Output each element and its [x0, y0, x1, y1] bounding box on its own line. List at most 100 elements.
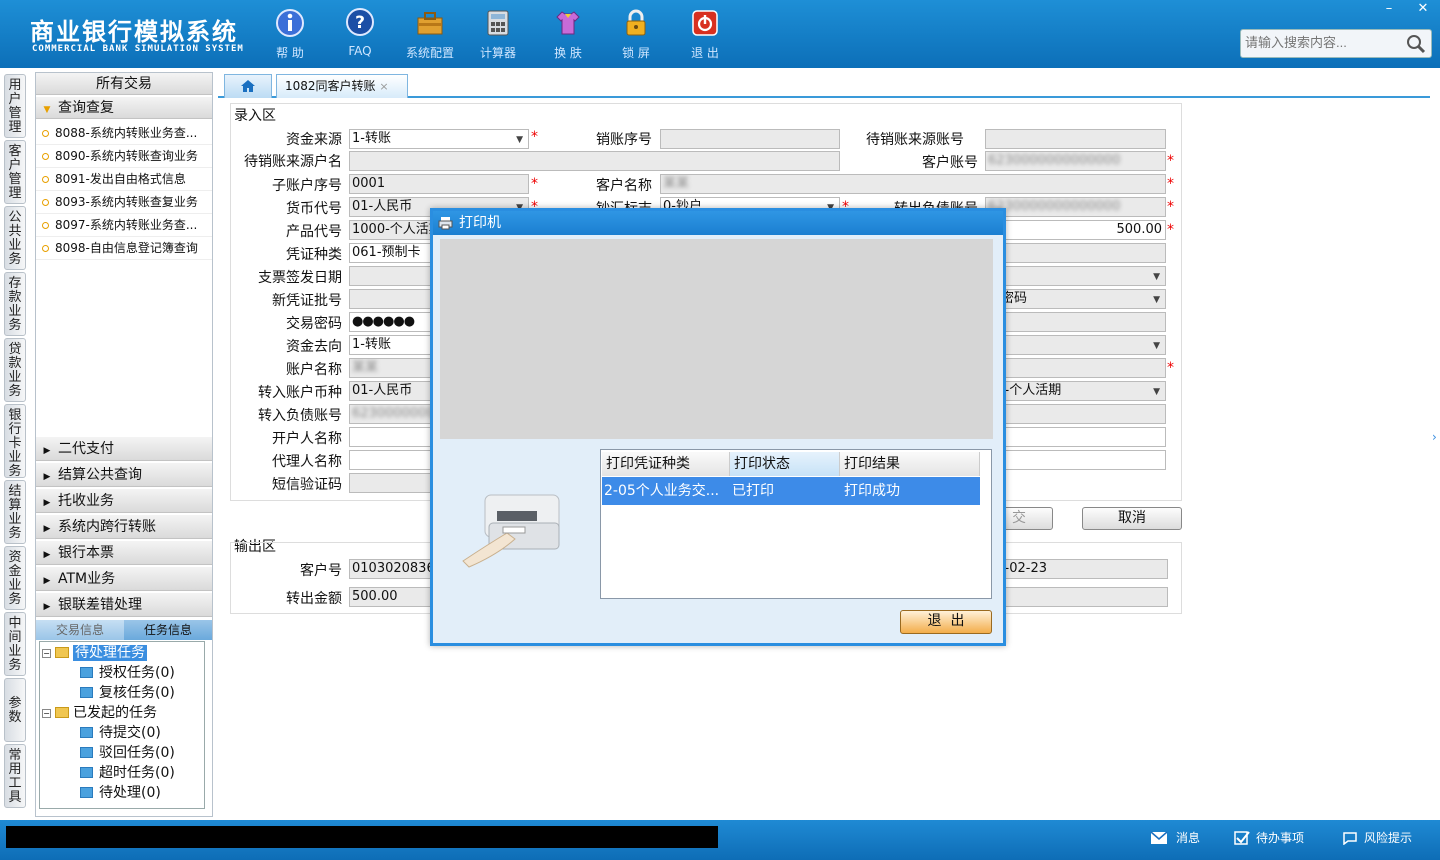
settings-label: 系统配置 [405, 46, 454, 60]
card-select[interactable]: 卡▼ [985, 335, 1166, 355]
collapsed-arrow-icon: ▶ [43, 498, 51, 508]
nav-group[interactable]: ▶ 系统内跨行转账 [36, 515, 212, 539]
label-new-voucher-batch: 新凭证批号 [272, 293, 342, 309]
help-button[interactable]: 帮 助 [262, 8, 318, 61]
faq-button[interactable]: ? FAQ [332, 8, 388, 58]
nav-item[interactable]: 8088-系统内转账业务查... [36, 122, 212, 145]
collapsed-arrow-icon: ▶ [43, 524, 51, 534]
table-row[interactable]: 2-05个人业务交... 已打印 打印成功 [602, 477, 980, 505]
cell-print-result: 打印成功 [844, 483, 900, 499]
messages-button[interactable]: 消息 [1150, 829, 1200, 846]
search-icon[interactable] [1406, 34, 1426, 54]
nav-item[interactable]: 8090-系统内转账查询业务 [36, 145, 212, 168]
right-field-5[interactable] [985, 427, 1166, 447]
module-tab-funds[interactable]: 资金业务 [4, 546, 26, 610]
module-tab-deposit[interactable]: 存款业务 [4, 272, 26, 336]
collapse-icon[interactable]: − [42, 649, 51, 658]
dialog-title: 打印机 [459, 215, 501, 231]
tree-node-timeout[interactable]: 超时任务(0) [80, 764, 175, 782]
shirt-icon [556, 11, 580, 35]
chevron-down-icon: ▼ [1153, 272, 1160, 282]
list-icon [80, 667, 93, 678]
amount-field[interactable]: 500.00 [985, 220, 1166, 240]
calculator-button[interactable]: 计算器 [470, 8, 526, 61]
right-field-4[interactable]: 账 [985, 404, 1166, 424]
tab-transaction-info[interactable]: 交易信息 [36, 620, 124, 640]
sub-seq-field[interactable]: 0001 [349, 174, 529, 194]
nav-group[interactable]: ▶ 托收业务 [36, 489, 212, 513]
tree-node-pending[interactable]: − 待处理任务 [42, 644, 147, 662]
label-sms-code: 短信验证码 [272, 477, 342, 493]
required-mark: * [1167, 176, 1174, 192]
cust-name-field[interactable]: 某某 [660, 174, 1166, 194]
nav-group[interactable]: ▶ 银联差错处理 [36, 593, 212, 617]
nav-group[interactable]: ▶ ATM业务 [36, 567, 212, 591]
out-debt-acct-field[interactable]: 6230000000000000 [985, 197, 1166, 217]
right-field-3[interactable]: 01 [985, 358, 1166, 378]
in-product-select[interactable]: 00-个人活期 ▼ [985, 381, 1166, 401]
module-tab-intermediate[interactable]: 中间业务 [4, 612, 26, 676]
nav-group[interactable]: ▶ 银行本票 [36, 541, 212, 565]
tree-node-initiated[interactable]: − 已发起的任务 [42, 704, 157, 722]
nav-group-query[interactable]: ▼ 查询查复 [36, 97, 212, 119]
tab-1082-transfer[interactable]: 1082同客户转账 × [276, 74, 408, 98]
tree-node-rejected[interactable]: 驳回任务(0) [80, 744, 175, 762]
module-tab-loan[interactable]: 贷款业务 [4, 338, 26, 402]
list-icon [80, 767, 93, 778]
module-tab-params[interactable]: 参数 [4, 678, 26, 742]
pwd-mode-select[interactable]: 凭密码 ▼ [985, 289, 1166, 309]
list-icon [80, 727, 93, 738]
settings-button[interactable]: 系统配置 [402, 8, 458, 61]
required-mark: * [531, 129, 538, 145]
module-tab-user-mgmt[interactable]: 用户管理 [4, 74, 26, 138]
exit-app-button[interactable]: 退 出 [677, 8, 733, 61]
nav-group[interactable]: ▶ 结算公共查询 [36, 463, 212, 487]
close-tab-icon[interactable]: × [379, 80, 388, 93]
printer-small-icon [438, 217, 453, 230]
out-date-field: 28-02-23 [985, 559, 1168, 579]
search-input[interactable] [1245, 35, 1395, 50]
module-tab-public[interactable]: 公共业务 [4, 206, 26, 270]
label-sub-seq: 子账户序号 [272, 178, 342, 194]
nav-item[interactable]: 8097-系统内转账业务查... [36, 214, 212, 237]
fund-source-select[interactable]: 1-转账 ▼ [349, 129, 529, 149]
module-tab-tools[interactable]: 常用工具 [4, 744, 26, 808]
mail-icon [1150, 831, 1168, 844]
cust-acct-field[interactable]: 6230000000000000 [985, 151, 1166, 171]
cancel-button[interactable]: 取消 [1082, 507, 1182, 530]
label-agent-name: 代理人名称 [272, 454, 342, 470]
dialog-exit-button[interactable]: 退 出 [900, 610, 992, 634]
col-print-result: 打印结果 [840, 452, 980, 476]
nav-group[interactable]: ▶ 二代支付 [36, 437, 212, 461]
collapse-icon[interactable]: − [42, 709, 51, 718]
skin-button[interactable]: 换 肤 [540, 8, 596, 61]
cancel-seq-field[interactable] [660, 129, 840, 149]
tab-task-info[interactable]: 任务信息 [124, 620, 212, 640]
right-select-1[interactable]: ▼ [985, 266, 1166, 286]
nav-item[interactable]: 8093-系统内转账查复业务 [36, 191, 212, 214]
pending-cancel-acct-field[interactable] [985, 129, 1166, 149]
module-tab-settlement[interactable]: 结算业务 [4, 480, 26, 544]
right-field-2[interactable] [985, 312, 1166, 332]
risk-alert-button[interactable]: 风险提示 [1342, 829, 1412, 846]
module-tab-card[interactable]: 银行卡业务 [4, 404, 26, 479]
module-tab-customer-mgmt[interactable]: 客户管理 [4, 140, 26, 204]
nav-item[interactable]: 8098-自由信息登记簿查询 [36, 237, 212, 260]
label-out-amount: 转出金额 [286, 591, 342, 607]
tree-node-to-process[interactable]: 待处理(0) [80, 784, 161, 802]
expand-panel-icon[interactable]: › [1432, 430, 1437, 444]
right-field-6[interactable] [985, 450, 1166, 470]
right-field-1[interactable] [985, 243, 1166, 263]
svg-text:?: ? [355, 13, 365, 33]
minimize-button[interactable]: – [1372, 0, 1406, 18]
tree-node-review[interactable]: 复核任务(0) [80, 684, 175, 702]
todo-button[interactable]: 待办事项 [1234, 829, 1304, 846]
home-tab[interactable] [224, 74, 272, 98]
print-status-table: 打印凭证种类 打印状态 打印结果 2-05个人业务交... 已打印 打印成功 [600, 449, 992, 599]
tree-node-to-submit[interactable]: 待提交(0) [80, 724, 161, 742]
close-button[interactable]: ✕ [1406, 0, 1440, 18]
nav-item[interactable]: 8091-发出自由格式信息 [36, 168, 212, 191]
lock-screen-button[interactable]: 锁 屏 [608, 8, 664, 61]
pending-cancel-name-field[interactable] [349, 151, 840, 171]
tree-node-auth[interactable]: 授权任务(0) [80, 664, 175, 682]
